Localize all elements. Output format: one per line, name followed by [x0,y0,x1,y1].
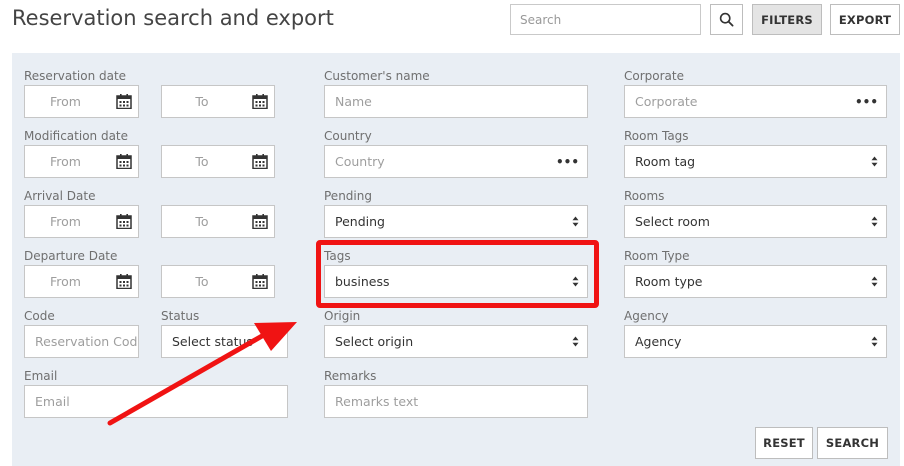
room-tags-select[interactable]: Room tag [624,145,887,178]
room-tags-label: Room Tags [624,129,689,143]
departure-date-label: Departure Date [24,249,118,263]
reservation-code-input[interactable]: Reservation Code [24,325,139,358]
origin-select-value: Select origin [335,334,414,349]
pending-select[interactable]: Pending [324,205,588,238]
status-label: Status [161,309,200,323]
status-select[interactable]: Select status [161,325,288,358]
rooms-select-value: Select room [635,214,710,229]
search-icon [719,12,734,27]
room-type-label: Room Type [624,249,690,263]
pending-label: Pending [324,189,372,203]
agency-select-value: Agency [635,334,682,349]
arrival-date-from[interactable]: From [24,205,139,238]
calendar-icon[interactable] [252,154,268,169]
code-label: Code [24,309,55,323]
arrival-date-label: Arrival Date [24,189,96,203]
remarks-placeholder: Remarks text [335,394,419,409]
reservation-date-to-placeholder: To [195,94,209,109]
customer-name-label: Customer's name [324,69,430,83]
rooms-label: Rooms [624,189,665,203]
modification-date-from-placeholder: From [50,154,81,169]
calendar-icon[interactable] [252,214,268,229]
calendar-icon[interactable] [116,94,132,109]
remarks-label: Remarks [324,369,377,383]
customer-name-input[interactable]: Name [324,85,588,118]
departure-date-from-placeholder: From [50,274,81,289]
search-button[interactable] [710,4,743,35]
modification-date-from[interactable]: From [24,145,139,178]
pending-select-value: Pending [335,214,385,229]
departure-date-to[interactable]: To [161,265,275,298]
room-tags-select-value: Room tag [635,154,696,169]
reservation-date-from-placeholder: From [50,94,81,109]
select-caret-icon [572,216,579,227]
country-input[interactable]: Country ••• [324,145,588,178]
calendar-icon[interactable] [252,94,268,109]
customer-name-placeholder: Name [335,94,372,109]
corporate-input[interactable]: Corporate ••• [624,85,887,118]
filters-button[interactable]: FILTERS [752,4,822,35]
calendar-icon[interactable] [252,274,268,289]
more-dots-icon[interactable]: ••• [855,95,878,109]
page-title: Reservation search and export [12,6,334,30]
reservation-code-placeholder: Reservation Code [35,334,138,349]
room-type-select[interactable]: Room type [624,265,887,298]
modification-date-to-placeholder: To [195,154,209,169]
reservation-date-label: Reservation date [24,69,127,83]
email-field[interactable]: Email [24,385,288,418]
email-label: Email [24,369,58,383]
calendar-icon[interactable] [116,274,132,289]
room-type-select-value: Room type [635,274,703,289]
select-caret-icon [871,336,878,347]
country-placeholder: Country [335,154,385,169]
tags-select[interactable]: business [324,265,588,298]
more-dots-icon[interactable]: ••• [556,155,579,169]
origin-label: Origin [324,309,361,323]
export-button[interactable]: EXPORT [830,4,900,35]
select-caret-icon [871,156,878,167]
modification-date-label: Modification date [24,129,129,143]
select-caret-icon [572,276,579,287]
reservation-date-from[interactable]: From [24,85,139,118]
rooms-select[interactable]: Select room [624,205,887,238]
email-placeholder: Email [35,394,70,409]
reservation-date-to[interactable]: To [161,85,275,118]
calendar-icon[interactable] [116,214,132,229]
corporate-label: Corporate [624,69,684,83]
origin-select[interactable]: Select origin [324,325,588,358]
arrival-date-to-placeholder: To [195,214,209,229]
tags-select-value: business [335,274,390,289]
search-submit-button[interactable]: SEARCH [817,427,888,459]
agency-label: Agency [624,309,669,323]
country-label: Country [324,129,372,143]
corporate-placeholder: Corporate [635,94,698,109]
calendar-icon[interactable] [116,154,132,169]
departure-date-to-placeholder: To [195,274,209,289]
arrival-date-from-placeholder: From [50,214,81,229]
tags-label: Tags [324,249,351,263]
modification-date-to[interactable]: To [161,145,275,178]
reset-button[interactable]: RESET [755,427,813,459]
arrival-date-to[interactable]: To [161,205,275,238]
select-caret-icon [871,216,878,227]
select-caret-icon [871,276,878,287]
select-caret-icon [572,336,579,347]
search-input[interactable] [510,4,701,35]
remarks-input[interactable]: Remarks text [324,385,588,418]
departure-date-from[interactable]: From [24,265,139,298]
agency-select[interactable]: Agency [624,325,887,358]
status-select-value: Select status [172,334,253,349]
